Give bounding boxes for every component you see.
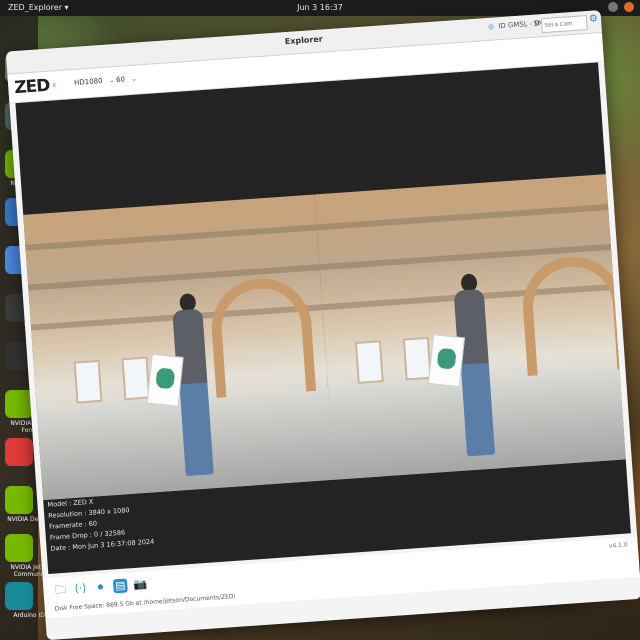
resolution-select[interactable]: HD1080 ⌄ xyxy=(74,76,115,87)
depth-view-icon[interactable]: ▤ xyxy=(112,578,128,594)
stereo-video-feed xyxy=(23,174,626,501)
stream-icon[interactable]: ⟨·⟩ xyxy=(73,581,88,596)
clock[interactable]: Jun 3 16:37 xyxy=(0,3,640,12)
screenshot-camera-icon[interactable]: 📷 xyxy=(133,577,148,592)
chevron-down-icon: ⌄ xyxy=(130,74,138,83)
record-icon[interactable]: ⏺ xyxy=(93,580,108,595)
video-viewer[interactable]: Model : ZED X Resolution : 3840 x 1080 F… xyxy=(15,62,631,574)
camera-info-panel: Model : ZED X Resolution : 3840 x 1080 F… xyxy=(47,493,154,555)
held-poster xyxy=(427,334,465,388)
dock-app-icon[interactable] xyxy=(5,534,33,562)
dock-app-icon[interactable] xyxy=(5,438,33,466)
serial-number-input[interactable] xyxy=(540,15,588,34)
folder-icon[interactable]: 🗀 xyxy=(53,583,68,598)
camera-icon: ◎ xyxy=(487,22,495,31)
system-tray xyxy=(608,2,634,12)
zed-logo-sub: X xyxy=(52,82,57,90)
disk-free-space: Disk Free Space: 869.5 Gb at /home/jetso… xyxy=(54,592,236,613)
dock-app-icon[interactable] xyxy=(5,486,33,514)
network-icon[interactable] xyxy=(608,2,618,12)
chevron-down-icon: ⌄ xyxy=(108,76,115,85)
zed-logo: ZED xyxy=(13,75,51,99)
settings-gear-icon[interactable]: ⚙ xyxy=(589,13,600,25)
zed-explorer-window: Explorer ◎ ID GMSL - 0 SN ⚙ ZED X HD1080… xyxy=(5,10,640,640)
fps-value: 60 xyxy=(115,75,126,85)
left-camera-image xyxy=(23,194,335,501)
fps-select[interactable]: 60 ⌄ xyxy=(116,75,138,84)
resolution-value: HD1080 xyxy=(73,76,103,87)
version-label: v4.1.0 xyxy=(608,541,628,550)
right-camera-image xyxy=(314,174,626,480)
dock-app-icon[interactable] xyxy=(5,582,33,610)
held-poster xyxy=(146,353,184,407)
power-icon[interactable] xyxy=(624,2,634,12)
